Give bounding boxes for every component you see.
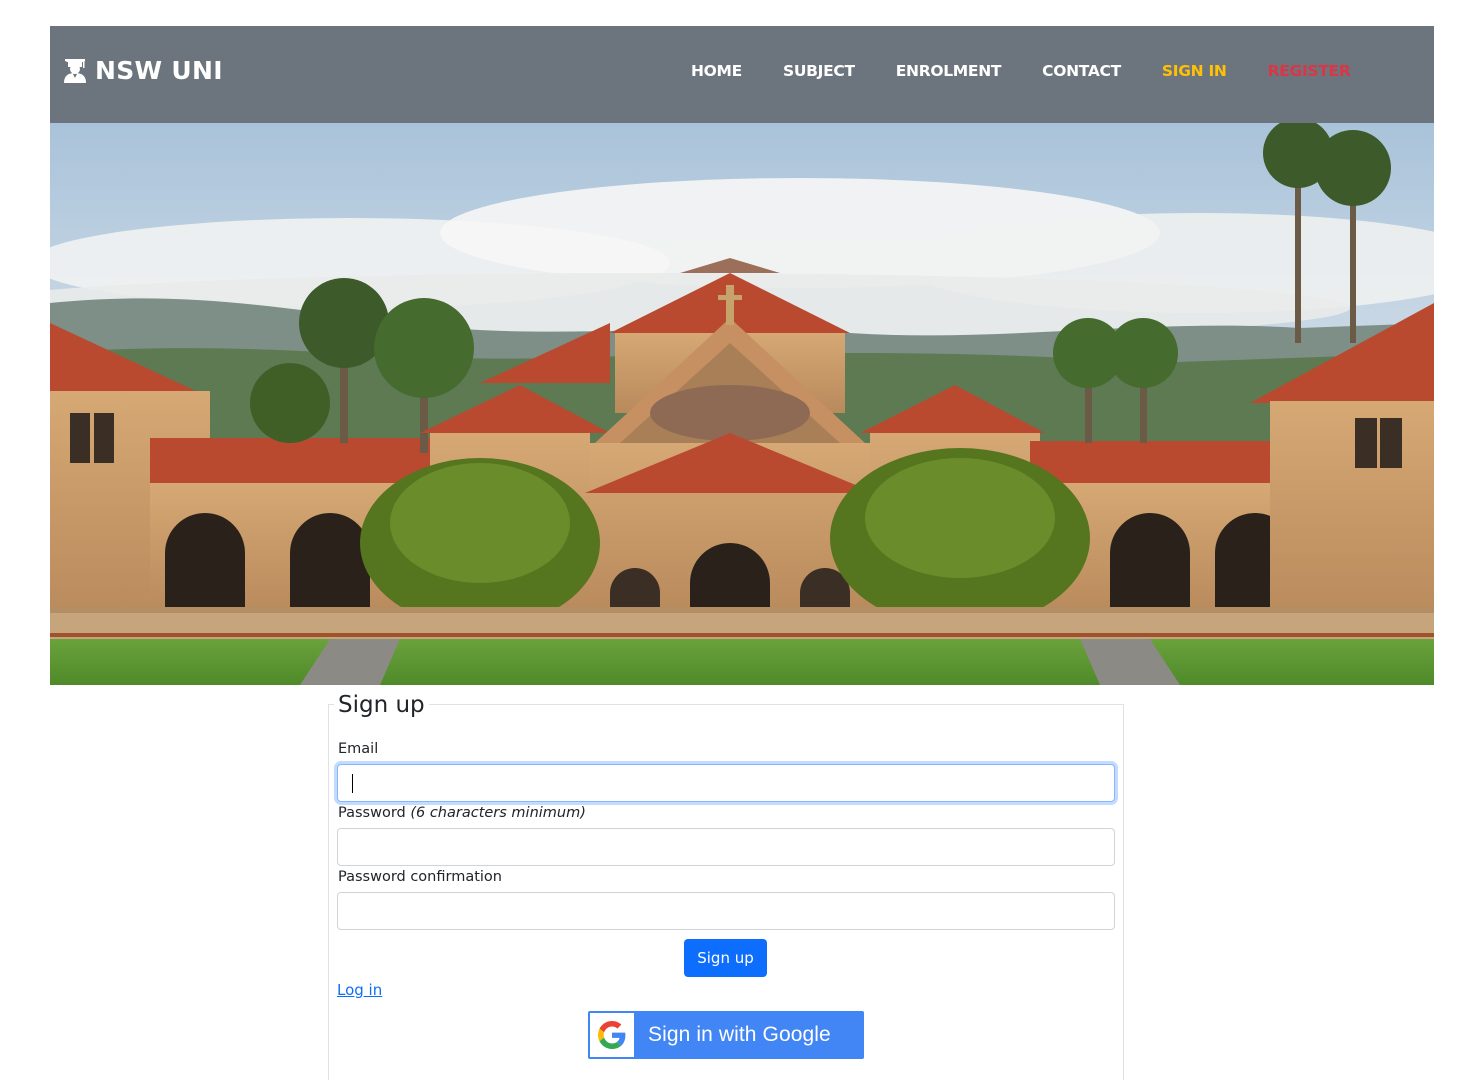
- nav-subject[interactable]: SUBJECT: [783, 62, 855, 80]
- password-hint: (6 characters minimum): [410, 805, 586, 821]
- graduate-icon: [62, 57, 88, 83]
- text-caret: [352, 774, 353, 793]
- nav-enrolment[interactable]: ENROLMENT: [896, 62, 1002, 80]
- top-navbar: NSW UNI HOME SUBJECT ENROLMENT CONTACT S…: [50, 26, 1434, 123]
- log-in-link[interactable]: Log in: [337, 981, 382, 999]
- form-title: Sign up: [334, 689, 429, 721]
- hero-campus-image: [50, 123, 1434, 685]
- nav-home[interactable]: HOME: [691, 62, 742, 80]
- password-confirmation-field[interactable]: [337, 892, 1115, 930]
- sign-up-button[interactable]: Sign up: [684, 939, 767, 977]
- google-sign-in-label: Sign in with Google: [648, 1023, 831, 1046]
- nav-contact[interactable]: CONTACT: [1042, 62, 1121, 80]
- brand-logo[interactable]: NSW UNI: [62, 55, 223, 85]
- nav-register[interactable]: REGISTER: [1268, 62, 1351, 80]
- brand-name: NSW UNI: [95, 55, 223, 85]
- password-label-text: Password: [338, 805, 406, 821]
- google-sign-in-button[interactable]: Sign in with Google: [588, 1011, 864, 1059]
- password-field[interactable]: [337, 828, 1115, 866]
- nav-links: HOME SUBJECT ENROLMENT CONTACT SIGN IN R…: [691, 61, 1351, 81]
- password-confirmation-label: Password confirmation: [338, 869, 502, 885]
- google-icon: [590, 1013, 634, 1057]
- email-field[interactable]: [337, 764, 1115, 802]
- password-label: Password (6 characters minimum): [338, 805, 586, 821]
- nav-sign-in[interactable]: SIGN IN: [1162, 62, 1227, 80]
- email-label: Email: [338, 741, 379, 757]
